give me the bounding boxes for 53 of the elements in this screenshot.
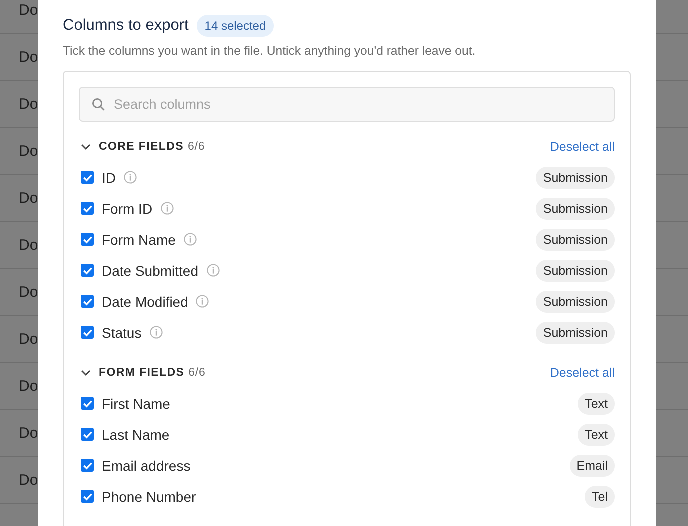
type-tag: Submission xyxy=(536,322,615,344)
column-label: Email address xyxy=(102,458,191,474)
checkbox[interactable] xyxy=(81,171,94,184)
table-cell: Do xyxy=(19,2,38,18)
table-cell: Do xyxy=(19,236,38,254)
table-cell: Do xyxy=(19,472,38,488)
table-cell: Do xyxy=(19,424,38,442)
selected-count-badge: 14 selected xyxy=(196,15,274,37)
type-tag: Email xyxy=(570,454,615,476)
checkbox[interactable] xyxy=(81,428,94,441)
dialog-description: Tick the columns you want in the file. Untick anything you'd rather leave out. xyxy=(63,44,477,58)
section-count: 6/6 xyxy=(188,367,206,379)
column-label: ID xyxy=(102,170,116,186)
dialog-title: Columns to export xyxy=(63,17,189,35)
type-tag: Submission xyxy=(536,290,615,312)
table-cell: Do xyxy=(19,330,38,348)
checkbox[interactable] xyxy=(81,490,94,503)
column-label: First Name xyxy=(102,396,170,412)
checkbox[interactable] xyxy=(81,264,94,277)
column-label: Form ID xyxy=(102,200,153,216)
type-tag: Submission xyxy=(536,260,615,282)
checkbox[interactable] xyxy=(81,295,94,308)
table-cell: Do xyxy=(19,190,38,206)
checkbox[interactable] xyxy=(81,397,94,410)
section-title: CORE FIELDS xyxy=(99,141,184,153)
table-cell: Do xyxy=(19,96,38,112)
column-label: Date Modified xyxy=(102,294,188,310)
checkbox[interactable] xyxy=(81,233,94,246)
table-cell: Do xyxy=(19,142,38,160)
column-label: Form Name xyxy=(102,232,176,248)
type-tag: Text xyxy=(578,392,615,414)
column-label: Phone Number xyxy=(102,488,196,504)
column-label: Last Name xyxy=(102,426,170,442)
type-tag: Submission xyxy=(536,198,615,220)
table-cell: Do xyxy=(19,378,38,394)
table-cell: Do xyxy=(19,284,38,300)
deselect-all-link[interactable]: Deselect all xyxy=(550,140,615,154)
section-title: FORM FIELDS xyxy=(99,367,185,379)
search-field[interactable]: Search columns xyxy=(79,87,615,122)
type-tag: Submission xyxy=(536,228,615,250)
column-label: Date Submitted xyxy=(102,262,198,278)
checkbox[interactable] xyxy=(81,202,94,215)
chevron-icon[interactable] xyxy=(81,370,91,376)
type-tag: Text xyxy=(578,424,615,446)
deselect-all-link[interactable]: Deselect all xyxy=(550,366,615,380)
type-tag: Tel xyxy=(585,486,615,508)
table-cell: Do xyxy=(19,48,38,66)
section-count: 6/6 xyxy=(188,141,206,153)
chevron-icon[interactable] xyxy=(81,144,91,150)
type-tag: Submission xyxy=(536,166,615,188)
checkbox[interactable] xyxy=(81,459,94,472)
checkbox[interactable] xyxy=(81,326,94,339)
column-label: Status xyxy=(102,324,142,340)
